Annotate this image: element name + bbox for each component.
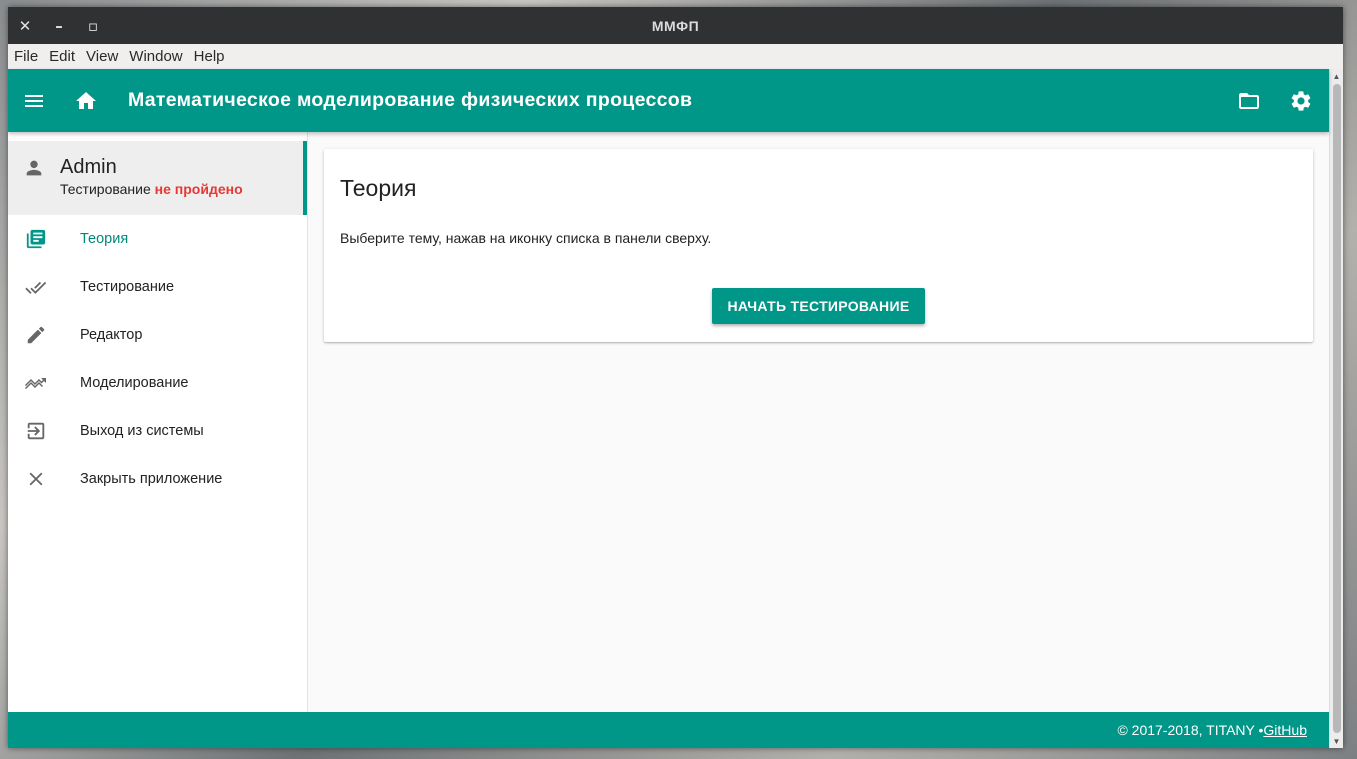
content-area: Admin Тестирование не пройдено Теория Те… xyxy=(8,132,1329,712)
window-minimize-button[interactable]: – xyxy=(42,7,76,44)
sidebar-item-theory[interactable]: Теория xyxy=(8,215,307,263)
user-test-status: Тестирование не пройдено xyxy=(60,181,243,197)
status-badge: не пройдено xyxy=(154,181,243,197)
sidebar-item-label: Тестирование xyxy=(80,279,175,295)
app-window: ✕ – ▫ ММФП File Edit View Window Help Ма… xyxy=(8,7,1343,748)
scroll-up-icon[interactable]: ▲ xyxy=(1333,69,1341,83)
close-icon xyxy=(8,468,64,490)
sidebar-item-label: Выход из системы xyxy=(80,423,204,439)
person-icon xyxy=(8,155,60,179)
settings-icon[interactable] xyxy=(1275,75,1327,127)
app-title: Математическое моделирование физических … xyxy=(128,89,693,111)
scroll-down-icon[interactable]: ▼ xyxy=(1333,734,1341,748)
window-close-button[interactable]: ✕ xyxy=(8,7,42,44)
vertical-scrollbar[interactable]: ▲ ▼ xyxy=(1329,69,1343,748)
sidebar-item-modeling[interactable]: Моделирование xyxy=(8,359,307,407)
main-area: Теория Выберите тему, нажав на иконку сп… xyxy=(308,132,1329,712)
sidebar-item-testing[interactable]: Тестирование xyxy=(8,263,307,311)
window-title: ММФП xyxy=(651,17,700,34)
footer-copyright: © 2017-2018, TITANY • xyxy=(1117,722,1264,738)
sidebar-item-close-app[interactable]: Закрыть приложение xyxy=(8,455,307,503)
library-books-icon xyxy=(8,228,64,250)
menu-icon[interactable] xyxy=(8,75,60,127)
user-name: Admin xyxy=(60,156,117,178)
done-all-icon xyxy=(8,275,64,299)
app-footer: © 2017-2018, TITANY • GitHub xyxy=(8,712,1329,748)
exit-icon xyxy=(8,420,64,442)
pencil-icon xyxy=(8,324,64,346)
menu-bar: File Edit View Window Help xyxy=(8,44,1343,69)
scrollbar-thumb[interactable] xyxy=(1332,84,1341,733)
sidebar-item-editor[interactable]: Редактор xyxy=(8,311,307,359)
menu-window[interactable]: Window xyxy=(125,48,186,65)
app-toolbar: Математическое моделирование физических … xyxy=(8,69,1329,132)
menu-help[interactable]: Help xyxy=(190,48,229,65)
window-maximize-button[interactable]: ▫ xyxy=(76,7,110,44)
menu-edit[interactable]: Edit xyxy=(45,48,79,65)
start-testing-button[interactable]: НАЧАТЬ ТЕСТИРОВАНИЕ xyxy=(711,288,926,324)
user-card: Admin Тестирование не пройдено xyxy=(8,141,307,215)
menu-file[interactable]: File xyxy=(10,48,42,65)
card-title: Теория xyxy=(340,175,417,201)
sidebar-item-label: Закрыть приложение xyxy=(80,471,223,487)
sidebar-item-logout[interactable]: Выход из системы xyxy=(8,407,307,455)
sidebar-item-label: Редактор xyxy=(80,327,143,343)
app-main: Математическое моделирование физических … xyxy=(8,69,1329,748)
card-text: Выберите тему, нажав на иконку списка в … xyxy=(340,230,712,246)
github-link[interactable]: GitHub xyxy=(1263,722,1307,738)
window-titlebar: ✕ – ▫ ММФП xyxy=(8,7,1343,44)
sidebar-item-label: Теория xyxy=(80,231,129,247)
home-icon[interactable] xyxy=(60,75,112,127)
menu-view[interactable]: View xyxy=(82,48,122,65)
theory-card: Теория Выберите тему, нажав на иконку сп… xyxy=(324,149,1313,342)
app-body: Математическое моделирование физических … xyxy=(8,69,1343,748)
folder-icon[interactable] xyxy=(1223,75,1275,127)
sidebar-item-label: Моделирование xyxy=(80,375,189,391)
trending-icon xyxy=(8,371,64,395)
sidebar: Admin Тестирование не пройдено Теория Те… xyxy=(8,132,308,712)
